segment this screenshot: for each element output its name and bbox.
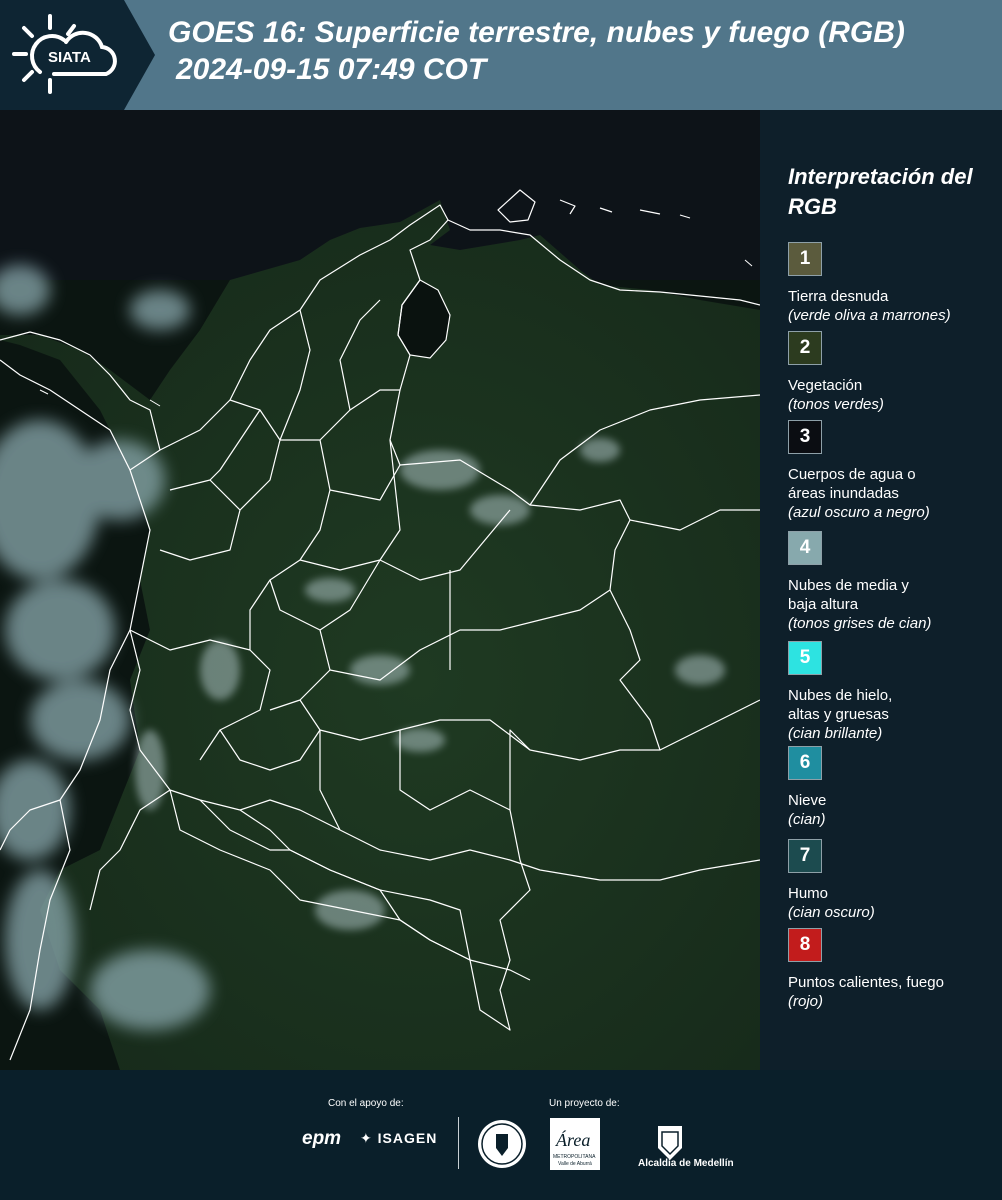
legend-item-desc: (tonos verdes): [788, 396, 884, 413]
siata-logo[interactable]: SIATA: [0, 0, 155, 110]
legend-text: Puntos calientes, fuego (rojo): [788, 973, 998, 1011]
legend-swatch: 4: [788, 531, 822, 565]
legend-item-desc: (cian oscuro): [788, 904, 875, 921]
isagen-icon: ✦: [360, 1130, 373, 1146]
legend-item-2: 2 Vegetación (tonos verdes): [788, 331, 998, 414]
logo-label: SIATA: [48, 49, 91, 66]
legend-text: Nubes de hielo, altas y gruesas (cian bri…: [788, 686, 998, 743]
legend-item-desc: (rojo): [788, 993, 824, 1010]
legend-item-desc: (tonos grises de cian): [788, 615, 932, 632]
satellite-map[interactable]: [0, 110, 760, 1070]
footer-divider: [458, 1117, 459, 1169]
legend-text: Tierra desnuda (verde oliva a marrones): [788, 287, 998, 325]
legend-item-5: 5 Nubes de hielo, altas y gruesas (cian br…: [788, 641, 998, 743]
legend-item-name: Nubes de hielo, altas y gruesas: [788, 687, 893, 723]
legend-item-3: 3 Cuerpos de agua o áreas inundadas (azul …: [788, 420, 998, 522]
legend-item-desc: (cian brillante): [788, 725, 883, 742]
epm-logo[interactable]: epm: [302, 1128, 341, 1150]
legend-item-desc: (cian): [788, 811, 826, 828]
legend-text: Humo (cian oscuro): [788, 884, 998, 922]
legend-item-4: 4 Nubes de media y baja altura (tonos gris…: [788, 531, 998, 633]
area-metropolitana-logo[interactable]: Área METROPOLITANA Valle de Aburrá: [550, 1118, 600, 1170]
legend-item-name: Tierra desnuda: [788, 288, 889, 305]
legend-item-8: 8 Puntos calientes, fuego (rojo): [788, 928, 998, 1011]
legend-item-6: 6 Nieve (cian): [788, 746, 998, 829]
legend-item-desc: (azul oscuro a negro): [788, 504, 930, 521]
university-seal-icon[interactable]: [476, 1118, 528, 1170]
legend-item-name: Vegetación: [788, 377, 863, 394]
legend-item-name: Puntos calientes, fuego: [788, 974, 944, 991]
project-label: Un proyecto de:: [549, 1098, 620, 1109]
legend-item-desc: (verde oliva a marrones): [788, 307, 951, 324]
alcaldia-label: Alcaldía de Medellín: [638, 1158, 734, 1169]
legend-swatch: 7: [788, 839, 822, 873]
map-canvas: [0, 110, 760, 1070]
title-line-1: GOES 16: Superficie terrestre, nubes y f…: [168, 16, 905, 49]
page-title: GOES 16: Superficie terrestre, nubes y f…: [168, 14, 998, 88]
legend-swatch: 6: [788, 746, 822, 780]
legend-swatch: 1: [788, 242, 822, 276]
legend-swatch: 8: [788, 928, 822, 962]
legend-title: Interpretación del RGB: [788, 164, 973, 219]
legend-text: Cuerpos de agua o áreas inundadas (azul o…: [788, 465, 998, 522]
legend-panel: Interpretación del RGB 1 Tierra desnuda (v…: [760, 110, 1002, 1070]
area-logo-sub: METROPOLITANA: [553, 1154, 596, 1160]
legend-item-name: Nubes de media y baja altura: [788, 577, 909, 613]
legend-item-name: Cuerpos de agua o áreas inundadas: [788, 466, 916, 502]
title-timestamp: 2024-09-15 07:49 COT: [176, 53, 487, 86]
support-label: Con el apoyo de:: [328, 1098, 404, 1109]
legend-swatch: 2: [788, 331, 822, 365]
legend-swatch: 3: [788, 420, 822, 454]
isagen-logo[interactable]: ✦ ISAGEN: [360, 1130, 437, 1147]
legend-text: Nubes de media y baja altura (tonos grise…: [788, 576, 998, 633]
legend-item-name: Nieve: [788, 792, 827, 809]
legend-text: Nieve (cian): [788, 791, 998, 829]
legend-item-name: Humo: [788, 885, 829, 902]
header-bar: SIATA GOES 16: Superficie terrestre, nub…: [0, 0, 1002, 110]
area-logo-sub2: Valle de Aburrá: [558, 1161, 592, 1167]
area-logo-text: Área: [555, 1129, 590, 1150]
legend-item-7: 7 Humo (cian oscuro): [788, 839, 998, 922]
legend-text: Vegetación (tonos verdes): [788, 376, 998, 414]
legend-swatch: 5: [788, 641, 822, 675]
legend-item-1: 1 Tierra desnuda (verde oliva a marrones): [788, 242, 998, 325]
sun-cloud-icon: SIATA: [12, 14, 117, 94]
footer: Con el apoyo de: Un proyecto de: epm ✦ I…: [0, 1070, 1002, 1200]
isagen-label: ISAGEN: [377, 1130, 438, 1146]
